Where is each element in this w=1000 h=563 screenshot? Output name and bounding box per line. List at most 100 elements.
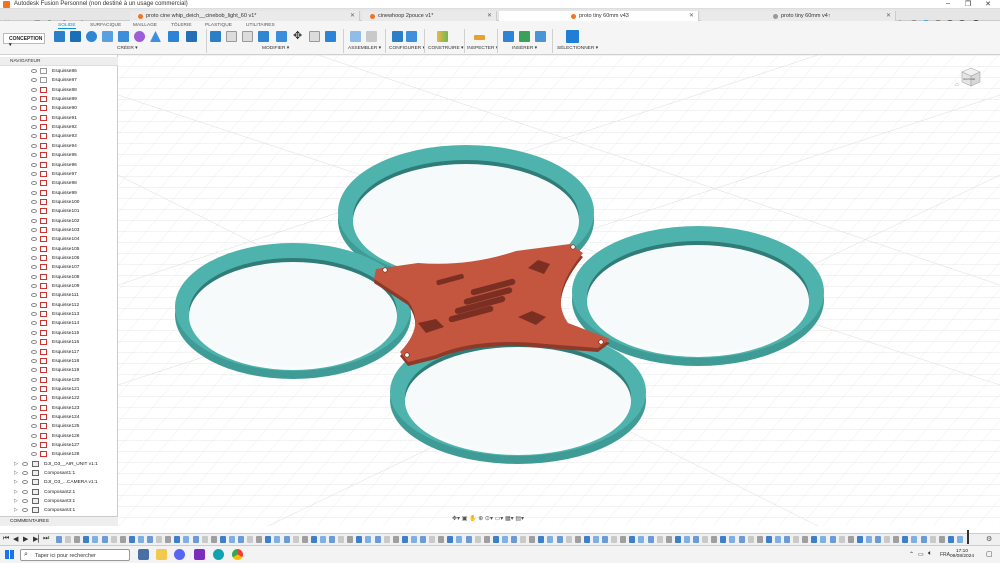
timeline-feature-icon[interactable]	[638, 536, 645, 543]
delete-icon[interactable]	[325, 31, 336, 42]
3d-viewport[interactable]	[118, 55, 1000, 526]
task-view-icon[interactable]	[138, 549, 149, 560]
timeline-feature-icon[interactable]	[192, 536, 199, 543]
browser-item-sketch[interactable]: Esquisse117	[0, 348, 118, 357]
visibility-eye-icon[interactable]	[31, 171, 37, 176]
pattern-icon[interactable]	[168, 31, 179, 42]
visibility-eye-icon[interactable]	[31, 302, 37, 307]
timeline-feature-icon[interactable]	[592, 536, 599, 543]
timeline-marker[interactable]	[967, 530, 969, 544]
browser-item-sketch[interactable]: Esquisse87	[0, 76, 118, 85]
maximize-icon[interactable]: ❐	[958, 0, 978, 8]
browser-item-sketch[interactable]: Esquisse116	[0, 338, 118, 347]
fit-icon[interactable]: ⊙▾	[485, 516, 493, 522]
visibility-eye-icon[interactable]	[31, 162, 37, 167]
document-tab-4[interactable]: proto tiny 60mm v4↑ ✕	[701, 11, 896, 21]
visibility-eye-icon[interactable]	[31, 106, 37, 111]
timeline-feature-icon[interactable]	[83, 536, 90, 543]
visibility-eye-icon[interactable]	[31, 414, 37, 419]
insert-derive-icon[interactable]	[503, 31, 514, 42]
timeline-feature-icon[interactable]	[201, 536, 208, 543]
visibility-eye-icon[interactable]	[22, 480, 28, 485]
revolve-icon[interactable]	[86, 31, 97, 42]
timeline-feature-icon[interactable]	[101, 536, 108, 543]
browser-item-sketch[interactable]: Esquisse96	[0, 161, 118, 170]
visibility-eye-icon[interactable]	[31, 433, 37, 438]
timeline-feature-icon[interactable]	[847, 536, 854, 543]
timeline-feature-icon[interactable]	[410, 536, 417, 543]
press-pull-icon[interactable]	[210, 31, 221, 42]
tab-utilitaires[interactable]: UTILITAIRES	[246, 23, 275, 28]
timeline-feature-icon[interactable]	[228, 536, 235, 543]
browser-item-sketch[interactable]: Esquisse111	[0, 291, 118, 300]
timeline-feature-icon[interactable]	[529, 536, 536, 543]
taskbar-search-input[interactable]: Taper ici pour rechercher	[20, 549, 130, 561]
timeline-feature-icon[interactable]	[356, 536, 363, 543]
document-tab-2[interactable]: cinewhoop 2pouce v1* ✕	[362, 11, 497, 21]
browser-item-sketch[interactable]: Esquisse107	[0, 263, 118, 272]
timeline-feature-icon[interactable]	[165, 536, 172, 543]
timeline-feature-icon[interactable]	[938, 536, 945, 543]
browser-item-sketch[interactable]: Esquisse97	[0, 170, 118, 179]
visibility-eye-icon[interactable]	[31, 443, 37, 447]
language-indicator[interactable]: FRA	[940, 552, 950, 558]
timeline-feature-icon[interactable]	[492, 536, 499, 543]
timeline-feature-icon[interactable]	[656, 536, 663, 543]
visibility-eye-icon[interactable]	[31, 87, 37, 92]
home-view-icon[interactable]: ⌂	[955, 82, 959, 88]
visibility-eye-icon[interactable]	[31, 452, 37, 457]
visibility-eye-icon[interactable]	[31, 246, 37, 251]
browser-item-sketch[interactable]: Esquisse112	[0, 301, 118, 310]
timeline-feature-icon[interactable]	[884, 536, 891, 543]
combine-icon[interactable]	[276, 31, 287, 42]
discord-icon[interactable]	[174, 549, 185, 560]
tab-surfacique[interactable]: SURFACIQUE	[90, 23, 121, 28]
joint-icon[interactable]	[366, 31, 377, 42]
visibility-eye-icon[interactable]	[31, 293, 37, 298]
visibility-eye-icon[interactable]	[22, 499, 28, 504]
visibility-eye-icon[interactable]	[31, 424, 37, 429]
timeline-feature-icon[interactable]	[456, 536, 463, 543]
timeline-feature-icon[interactable]	[92, 536, 99, 543]
timeline-feature-icon[interactable]	[565, 536, 572, 543]
browser-item-sketch[interactable]: Esquisse102	[0, 217, 118, 226]
browser-item-sketch[interactable]: Esquisse109	[0, 282, 118, 291]
timeline-settings-icon[interactable]: ⚙	[986, 535, 992, 543]
timeline-last-icon[interactable]: ⏭	[43, 535, 49, 543]
new-component-icon[interactable]	[350, 31, 361, 42]
expand-arrow-icon[interactable]: ▷	[14, 461, 18, 467]
browser-item-component[interactable]: ▷ Composant1:1	[0, 469, 118, 478]
file-explorer-icon[interactable]	[156, 549, 167, 560]
visibility-eye-icon[interactable]	[31, 78, 37, 83]
timeline-feature-icon[interactable]	[784, 536, 790, 543]
align-icon[interactable]	[309, 31, 320, 42]
move-icon[interactable]: ✥	[293, 31, 304, 42]
browser-item-sketch[interactable]: Esquisse91	[0, 114, 118, 123]
timeline-feature-icon[interactable]	[511, 536, 517, 543]
timeline-feature-icon[interactable]	[365, 536, 372, 543]
visibility-eye-icon[interactable]	[31, 368, 37, 373]
browser-item-sketch[interactable]: Esquisse99	[0, 189, 118, 198]
expand-arrow-icon[interactable]: ▷	[14, 489, 18, 495]
timeline-feature-icon[interactable]	[911, 536, 918, 543]
timeline-feature-icon[interactable]	[301, 536, 308, 543]
timeline-feature-icon[interactable]	[65, 536, 72, 543]
minimize-icon[interactable]: –	[938, 0, 958, 7]
visibility-eye-icon[interactable]	[31, 321, 37, 326]
timeline-feature-icon[interactable]	[329, 536, 335, 543]
timeline-feature-icon[interactable]	[238, 536, 244, 543]
browser-item-sketch[interactable]: Esquisse121	[0, 385, 118, 394]
timeline-feature-icon[interactable]	[556, 536, 563, 543]
browser-item-sketch[interactable]: Esquisse120	[0, 376, 118, 385]
timeline-feature-icon[interactable]	[665, 536, 672, 543]
visibility-eye-icon[interactable]	[31, 349, 37, 354]
timeline-feature-icon[interactable]	[420, 536, 426, 543]
comments-panel[interactable]: COMMENTAIRES	[0, 516, 118, 526]
visibility-eye-icon[interactable]	[31, 115, 37, 120]
timeline-feature-icon[interactable]	[693, 536, 699, 543]
timeline-feature-icon[interactable]	[920, 536, 927, 543]
browser-item-sketch[interactable]: Esquisse101	[0, 207, 118, 216]
group-configurer[interactable]: CONFIGURER ▾	[389, 46, 425, 51]
browser-item-component[interactable]: ▷ Composant2:1	[0, 488, 118, 497]
timeline-feature-icon[interactable]	[547, 536, 554, 543]
